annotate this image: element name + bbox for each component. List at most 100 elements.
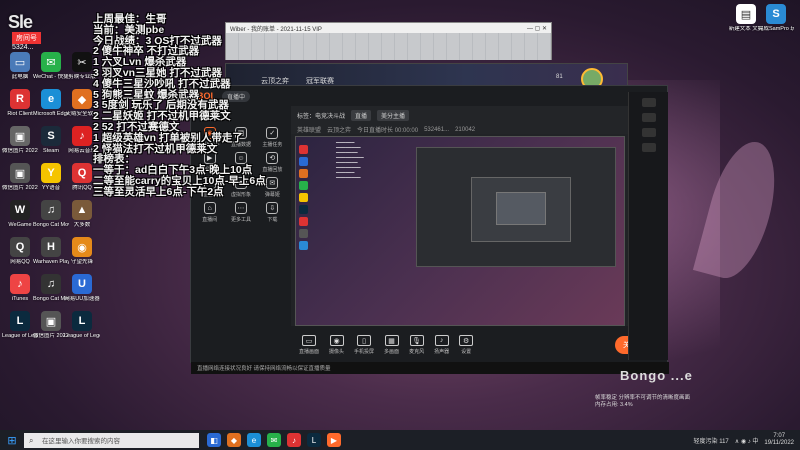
weather-widget[interactable]: 轻度污染 117 bbox=[694, 436, 729, 445]
clock[interactable]: 7:07 19/11/2022 bbox=[764, 433, 794, 447]
taskbar: ⊞ ⌕ 在这里输入你要搜索的内容 ◧ ◆ e ✉ ♪ L ▶ 轻度污染 117 ∧ ◉ ♪ … bbox=[0, 430, 800, 450]
start-button[interactable]: ⊞ bbox=[3, 433, 21, 447]
game-badge: 81 bbox=[556, 74, 563, 80]
control-button[interactable]: ▦ 多画面 bbox=[384, 335, 399, 355]
app-icon: U bbox=[72, 274, 92, 294]
taskbar-app-icon[interactable]: ✉ bbox=[267, 433, 281, 447]
clock-time: 7:07 bbox=[773, 433, 786, 439]
stream-stats-row: 英雄联盟 云顶之弈 今日直播时长 00:00:00 532461... 210042 bbox=[297, 125, 661, 135]
app-icon: ▭ bbox=[10, 52, 30, 72]
stats-line: 内存占用: 3.4% bbox=[595, 402, 633, 408]
control-button[interactable]: 🎙 麦克风 bbox=[409, 335, 424, 355]
app-icon: W bbox=[10, 200, 30, 220]
overlay-line: 当前：美测pbe bbox=[93, 23, 165, 36]
room-tag: 房间号 bbox=[12, 32, 41, 44]
stream-stat: 210042 bbox=[455, 126, 476, 133]
stream-stat: 今日直播时长 00:00:00 bbox=[357, 128, 419, 134]
search-icon: ⌕ bbox=[29, 435, 34, 445]
taskbar-app-icon[interactable]: e bbox=[247, 433, 261, 447]
app-icon: ◆ bbox=[72, 89, 92, 109]
control-icon: ▯ bbox=[357, 335, 372, 346]
desktop-icon[interactable]: ◉ 守望先锋 bbox=[64, 237, 100, 266]
preview-overlay-text: ▔▔▔▔▔▔ ▔▔▔▔▔▔▔▔ ▔▔▔▔▔▔▔ ▔▔▔▔▔▔▔▔▔ ▔▔▔▔▔▔▔ ▔▔▔… bbox=[336, 142, 364, 182]
control-button[interactable]: ▭ 直播画面 bbox=[299, 335, 319, 355]
taskbar-app-icon[interactable]: ▶ bbox=[327, 433, 341, 447]
app-icon: ♫ bbox=[41, 274, 61, 294]
app-icon: ▣ bbox=[10, 163, 30, 183]
desktop-icon-sampro[interactable]: S 完成SamPro 玩家 bbox=[758, 4, 794, 33]
control-icon: 🎙 bbox=[409, 335, 424, 346]
preview-nested-window bbox=[496, 192, 546, 225]
taskbar-search-input[interactable]: ⌕ 在这里输入你要搜索的内容 bbox=[24, 432, 199, 448]
control-button[interactable]: ⚙ 设置 bbox=[459, 335, 474, 355]
desktop-icon-label: 大多数 bbox=[73, 222, 91, 228]
stream-category[interactable]: 美分主播 bbox=[377, 110, 410, 121]
stream-stat: 532461... bbox=[424, 126, 450, 133]
stream-control-bar: ▭直播画面◉摄像头▯手机投屏▦多画面🎙麦克风♪扬声器⚙设置关闭直播 bbox=[291, 326, 667, 364]
tray-icons[interactable]: ∧ ◉ ♪ 中 bbox=[735, 436, 759, 445]
tool-button[interactable]: ⌂ 直播间 bbox=[195, 202, 224, 223]
app-icon: ♫ bbox=[41, 200, 61, 220]
sampro-icon: S bbox=[766, 4, 786, 24]
app-icon: H bbox=[41, 237, 61, 257]
system-tray: 轻度污染 117 ∧ ◉ ♪ 中 7:07 19/11/2022 bbox=[694, 433, 800, 447]
desktop-icon[interactable]: U 网易UU加速器 bbox=[64, 274, 100, 303]
desktop-icon-label: 网易UU加速器 bbox=[64, 296, 100, 302]
control-label: 扬声器 bbox=[434, 349, 450, 355]
chat-side-panel[interactable] bbox=[628, 92, 668, 360]
tool-label: 更多工具 bbox=[230, 217, 251, 223]
app-icon: e bbox=[41, 89, 61, 109]
taskbar-app-icon[interactable]: ♪ bbox=[287, 433, 301, 447]
document-icon: ▤ bbox=[736, 4, 756, 24]
control-label: 设置 bbox=[461, 349, 472, 355]
overlay-line: 1 超级英雄vn 打单被别人带走了 bbox=[93, 131, 243, 144]
network-status-bar: 直播网络连接状况良好 请保持网络流畅以保证直播质量 bbox=[191, 362, 669, 374]
bongo-cat-label: Bongo ...e bbox=[620, 368, 693, 383]
taskbar-app-icon[interactable]: L bbox=[307, 433, 321, 447]
close-icon[interactable]: — ▢ ✕ bbox=[527, 25, 547, 32]
stream-logo: Sle bbox=[8, 12, 33, 32]
control-label: 摄像头 bbox=[329, 349, 345, 355]
app-icon: ◉ bbox=[72, 237, 92, 257]
app-icon: ▣ bbox=[41, 311, 61, 331]
control-icon: ⚙ bbox=[459, 335, 474, 346]
taskbar-app-icon[interactable]: ◧ bbox=[207, 433, 221, 447]
tool-button[interactable]: ⇩ 下载 bbox=[258, 202, 287, 223]
tool-label: 直播间 bbox=[202, 217, 218, 223]
desktop-icon[interactable]: L League of Legends... bbox=[64, 311, 100, 340]
app-icon: ♪ bbox=[10, 274, 30, 294]
control-button[interactable]: ◉ 摄像头 bbox=[329, 335, 344, 355]
control-label: 手机投屏 bbox=[354, 349, 375, 355]
stream-announcement-overlay: 上周最佳：生哥 当前：美测pbe 今日战绩：3 QS打不过武器 2 傻牛神卒 不打过武… bbox=[93, 14, 323, 198]
control-icon: ♪ bbox=[434, 335, 449, 346]
side-panel-item[interactable] bbox=[641, 98, 656, 107]
app-icon: Q bbox=[72, 163, 92, 183]
taskbar-app-icon[interactable]: ◆ bbox=[227, 433, 241, 447]
tool-label: 下载 bbox=[267, 217, 278, 223]
desktop-icon[interactable]: ▲ 大多数 bbox=[64, 200, 100, 229]
app-icon: R bbox=[10, 89, 30, 109]
stream-preview[interactable]: ▔▔▔▔▔▔ ▔▔▔▔▔▔▔▔ ▔▔▔▔▔▔▔ ▔▔▔▔▔▔▔▔▔ ▔▔▔▔▔▔▔ ▔▔▔… bbox=[295, 136, 625, 326]
tool-icon: ⌂ bbox=[203, 202, 216, 214]
tool-button[interactable]: ⋯ 更多工具 bbox=[226, 202, 255, 223]
stream-stats-text: 帧率稳定 分辨率不可调节的清晰度画面 内存占用: 3.4% bbox=[595, 395, 690, 409]
overlay-line: 4 傻牛三星沙吵吼 打不过武器 bbox=[93, 77, 231, 90]
side-panel-item[interactable] bbox=[641, 113, 656, 122]
control-icon: ▭ bbox=[302, 335, 316, 346]
app-icon: Y bbox=[41, 163, 61, 183]
clock-date: 19/11/2022 bbox=[764, 440, 794, 446]
stream-tag[interactable]: 直播 bbox=[351, 110, 372, 121]
side-panel-item[interactable] bbox=[641, 128, 656, 137]
control-button[interactable]: ♪ 扬声器 bbox=[434, 335, 449, 355]
control-button[interactable]: ▯ 手机投屏 bbox=[354, 335, 374, 355]
stream-stat: 云顶之弈 bbox=[327, 128, 352, 134]
app-icon: ✉ bbox=[41, 52, 61, 72]
search-placeholder: 在这里输入你要搜索的内容 bbox=[42, 438, 120, 445]
app-icon: L bbox=[10, 311, 30, 331]
stream-info-bar: 标签：电竞决斗战 直播 美分主播 英雄联盟 云顶之弈 今日直播时长 00:00:00… bbox=[291, 106, 667, 134]
taskbar-app-list: ◧ ◆ e ✉ ♪ L ▶ bbox=[207, 433, 341, 447]
app-icon: ♪ bbox=[72, 126, 92, 146]
stats-line: 帧率稳定 分辨率不可调节的清晰度画面 bbox=[595, 395, 691, 401]
side-panel-item[interactable] bbox=[641, 143, 656, 152]
app-icon: L bbox=[72, 311, 92, 331]
